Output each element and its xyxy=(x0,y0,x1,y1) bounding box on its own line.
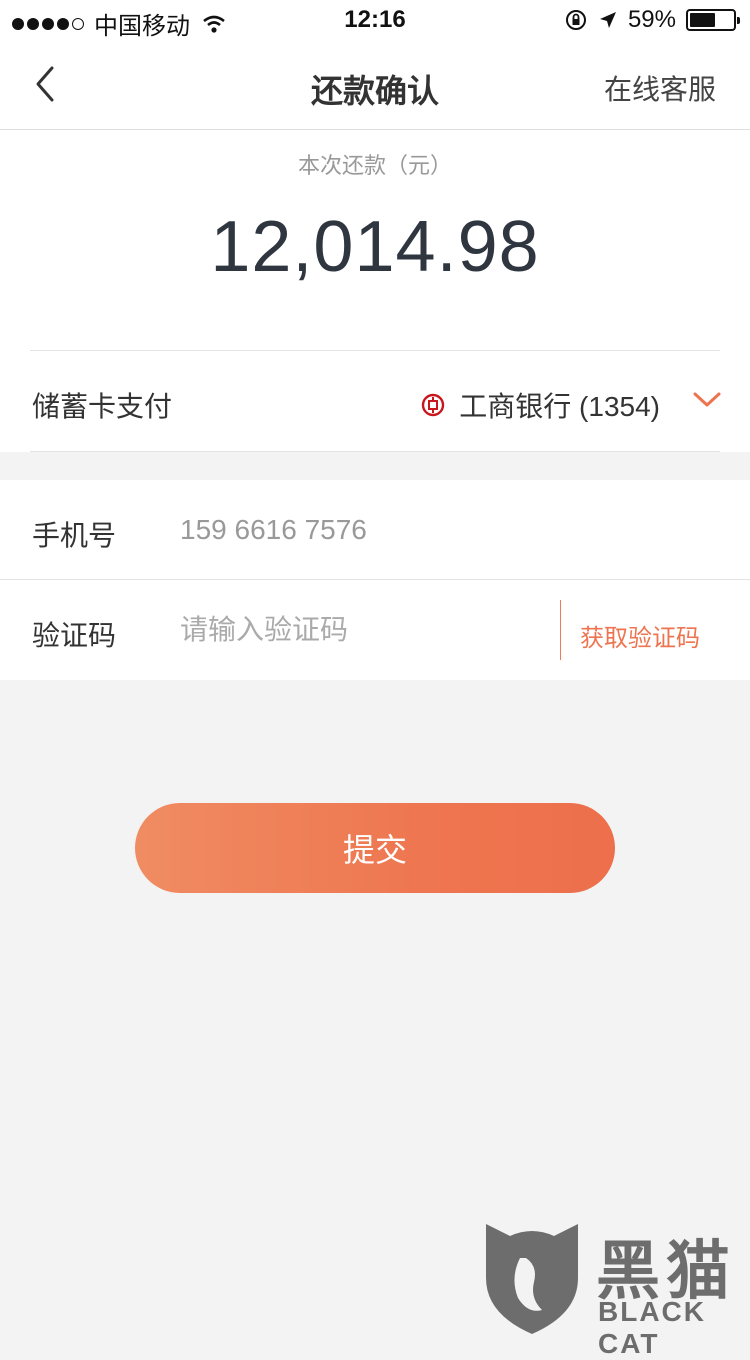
code-row: 验证码 获取验证码 xyxy=(0,580,750,680)
divider xyxy=(560,600,561,660)
battery-icon xyxy=(686,9,740,31)
phone-field[interactable] xyxy=(180,504,540,556)
verification-form: 手机号 验证码 获取验证码 xyxy=(0,480,750,680)
payment-method-label: 储蓄卡支付 xyxy=(32,391,173,422)
selected-bank[interactable]: 工商银行 (1354) xyxy=(421,385,660,425)
battery-percent: 59% xyxy=(627,6,676,33)
battery-fill xyxy=(690,13,715,27)
nav-bar: 还款确认 在线客服 xyxy=(0,42,750,130)
bank-name: 工商银行 (1354) xyxy=(459,391,660,422)
payment-method-row[interactable]: 储蓄卡支付 工商银行 (1354) xyxy=(0,351,750,451)
divider xyxy=(30,451,720,452)
location-arrow-icon xyxy=(599,12,616,28)
cat-shield-logo-icon xyxy=(486,1224,578,1334)
status-right: 59% xyxy=(564,6,740,34)
online-service-link[interactable]: 在线客服 xyxy=(604,68,716,108)
phone-label: 手机号 xyxy=(32,520,117,551)
phone-row: 手机号 xyxy=(0,480,750,580)
icbc-logo-icon xyxy=(422,393,445,417)
verification-code-input[interactable] xyxy=(180,604,540,656)
get-code-button[interactable]: 获取验证码 xyxy=(580,618,700,653)
submit-button[interactable]: 提交 xyxy=(135,803,615,893)
repayment-amount-card: 本次还款（元） 12,014.98 储蓄卡支付 工商银行 (1354) xyxy=(0,130,750,452)
amount-label: 本次还款（元） xyxy=(297,153,452,178)
chevron-down-icon[interactable] xyxy=(692,389,722,411)
black-cat-watermark: 黑猫 BLACK CAT xyxy=(480,1218,750,1359)
code-label: 验证码 xyxy=(32,620,117,651)
status-bar: 中国移动 12:16 59% xyxy=(0,0,750,42)
amount-value: 12,014.98 xyxy=(210,207,540,287)
watermark-en-text: BLACK CAT xyxy=(598,1296,706,1359)
orientation-lock-icon xyxy=(565,10,586,30)
